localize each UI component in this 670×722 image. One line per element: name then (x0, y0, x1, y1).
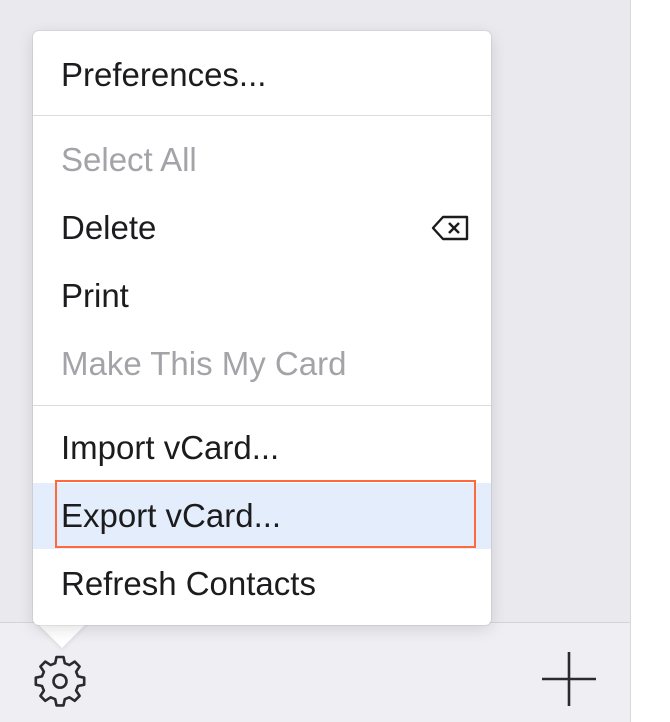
add-contact-button[interactable] (536, 646, 602, 712)
menu-item-select-all: Select All (33, 127, 491, 193)
menu-pointer (36, 622, 88, 648)
menu-item-import-vcard[interactable]: Import vCard... (33, 415, 491, 481)
menu-item-label: Import vCard... (61, 429, 280, 466)
menu-item-label: Make This My Card (61, 345, 347, 382)
menu-item-label: Preferences... (61, 56, 267, 93)
menu-item-label: Select All (61, 141, 197, 178)
contacts-window: Preferences... Select All Delete Print M… (0, 0, 670, 722)
menu-item-label: Export vCard... (61, 497, 282, 534)
menu-separator (33, 115, 491, 116)
contact-detail-pane (630, 0, 670, 722)
menu-item-preferences[interactable]: Preferences... (33, 42, 491, 108)
menu-item-export-vcard[interactable]: Export vCard... (33, 483, 491, 549)
gear-icon (34, 655, 86, 707)
menu-item-print[interactable]: Print (33, 263, 491, 329)
plus-icon (542, 652, 596, 706)
menu-separator (33, 405, 491, 406)
settings-menu: Preferences... Select All Delete Print M… (33, 31, 491, 625)
settings-button[interactable] (28, 648, 92, 712)
delete-key-icon (431, 215, 469, 241)
menu-item-make-this-my-card: Make This My Card (33, 331, 491, 397)
menu-item-delete[interactable]: Delete (33, 195, 491, 261)
menu-item-label: Refresh Contacts (61, 565, 316, 602)
menu-item-refresh-contacts[interactable]: Refresh Contacts (33, 551, 491, 617)
menu-item-label: Delete (61, 209, 157, 246)
menu-item-label: Print (61, 277, 129, 314)
